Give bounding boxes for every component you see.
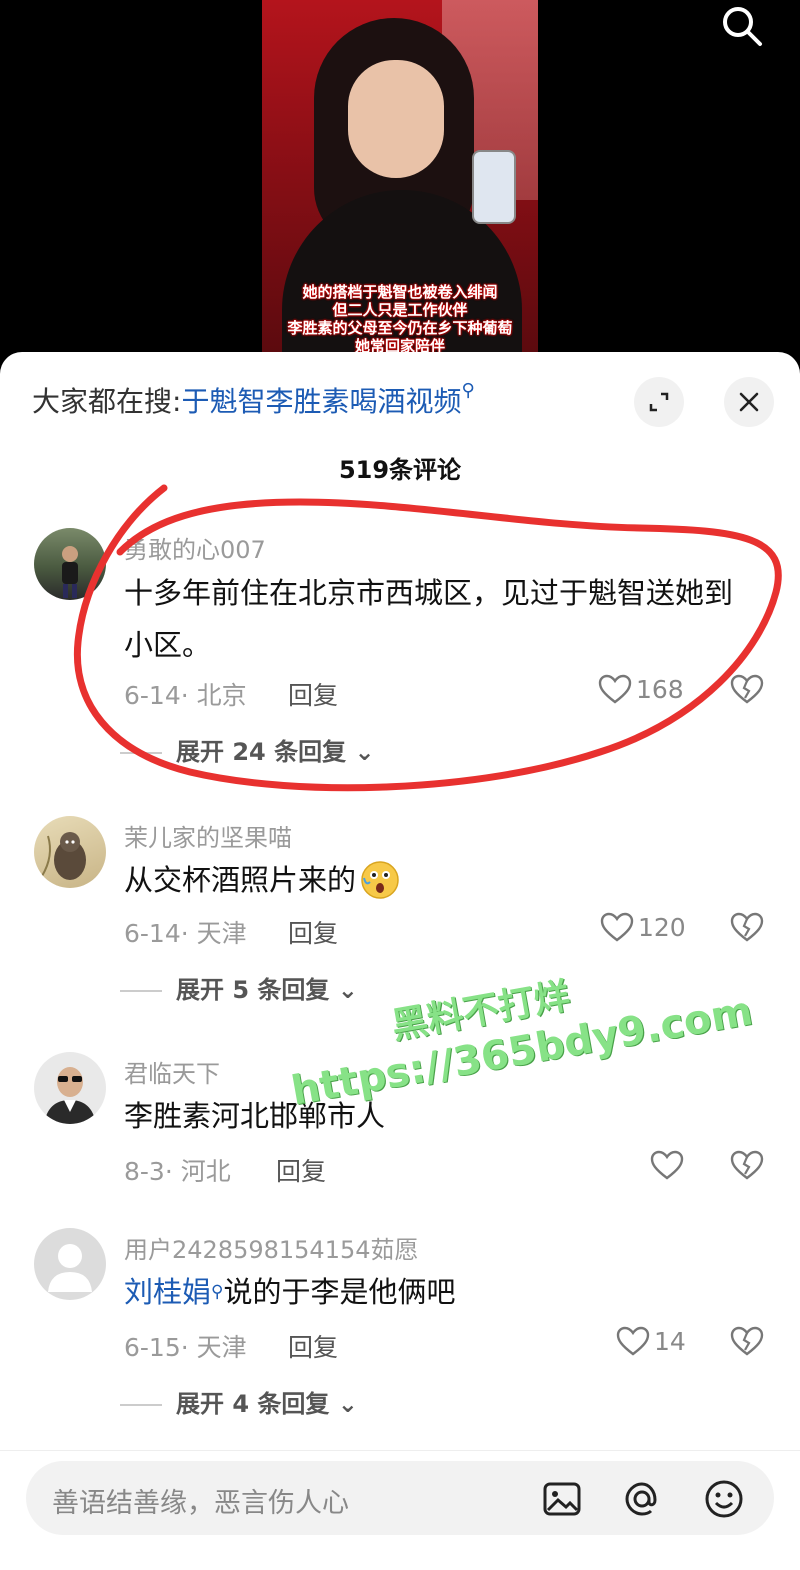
expand-icon[interactable] <box>634 377 684 427</box>
video-phone <box>472 150 516 224</box>
like-count: 14 <box>654 1326 686 1356</box>
reply-button[interactable]: 回复 <box>288 914 338 950</box>
heart-icon <box>616 1326 650 1356</box>
comment-date-location: 6-14· 北京 <box>124 681 247 710</box>
like-button[interactable]: 168 <box>598 674 684 704</box>
divider <box>120 752 162 754</box>
expand-replies-label: 展开 5 条回复 <box>176 976 330 1004</box>
dislike-button[interactable] <box>730 674 764 708</box>
divider <box>120 990 162 992</box>
search-icon[interactable] <box>718 4 766 48</box>
heart-icon <box>600 912 634 942</box>
watermark: 黑料不打烊 https://365bdy9.com <box>280 943 756 1115</box>
avatar[interactable] <box>34 528 106 600</box>
search-small-icon: ⚲ <box>211 1282 224 1302</box>
broken-heart-icon <box>730 674 764 704</box>
comment-date-location: 6-14· 天津 <box>124 919 247 948</box>
like-button[interactable]: 120 <box>600 912 686 942</box>
divider <box>120 1404 162 1406</box>
video-person-face <box>348 60 444 178</box>
like-count: 168 <box>636 674 684 704</box>
video-caption-line-3: 李胜素的父母至今仍在乡下种葡萄 <box>287 319 513 337</box>
image-icon[interactable] <box>540 1477 584 1521</box>
hot-search-label: 大家都在搜: <box>32 385 182 418</box>
expand-replies-button[interactable]: 展开 5 条回复 ⌄ <box>120 970 358 1005</box>
chevron-down-icon: ⌄ <box>354 738 375 766</box>
chevron-down-icon: ⌄ <box>337 976 358 1004</box>
avatar[interactable] <box>34 1228 106 1300</box>
close-icon[interactable] <box>724 377 774 427</box>
like-button[interactable]: 14 <box>616 1326 686 1356</box>
comment-date-location: 6-15· 天津 <box>124 1333 247 1362</box>
dislike-button[interactable] <box>730 1150 764 1184</box>
mention-link[interactable]: 刘桂娟 <box>124 1275 211 1309</box>
comment-text: 十多年前住在北京市西城区，见过于魁智送她到小区。 <box>124 576 734 662</box>
comment-username[interactable]: 茉儿家的坚果喵 <box>124 818 292 853</box>
comments-sheet: 大家都在搜:于魁智李胜素喝酒视频⚲ 519条评论 勇敢的心007 十多年前住在北… <box>0 352 800 1570</box>
expand-replies-label: 展开 24 条回复 <box>176 738 347 766</box>
expand-replies-button[interactable]: 展开 4 条回复 ⌄ <box>120 1384 358 1419</box>
broken-heart-icon <box>730 1150 764 1180</box>
avatar[interactable] <box>34 1052 106 1124</box>
video-caption-line-2: 但二人只是工作伙伴 <box>332 301 468 319</box>
dislike-button[interactable] <box>730 912 764 946</box>
video-player[interactable]: 她的搭档于魁智也被卷入绯闻 但二人只是工作伙伴 李胜素的父母至今仍在乡下种葡萄 … <box>0 0 800 360</box>
comment-text: 说的于李是他俩吧 <box>223 1275 456 1309</box>
like-button[interactable] <box>650 1150 688 1180</box>
broken-heart-icon <box>730 1326 764 1356</box>
emoji-icon[interactable] <box>702 1477 746 1521</box>
comment-text-row: 刘桂娟⚲说的于李是他俩吧 <box>124 1266 754 1318</box>
comment-username[interactable]: 勇敢的心007 <box>124 530 266 565</box>
reply-button[interactable]: 回复 <box>288 1328 338 1364</box>
reply-button[interactable]: 回复 <box>288 676 338 712</box>
chevron-down-icon: ⌄ <box>337 1390 358 1418</box>
expand-replies-label: 展开 4 条回复 <box>176 1390 330 1418</box>
video-caption-line-1: 她的搭档于魁智也被卷入绯闻 <box>302 283 498 301</box>
comment-input[interactable]: 善语结善缘，恶言伤人心 <box>26 1461 774 1535</box>
expand-replies-button[interactable]: 展开 24 条回复 ⌄ <box>120 732 375 767</box>
video-frame[interactable]: 她的搭档于魁智也被卷入绯闻 但二人只是工作伙伴 李胜素的父母至今仍在乡下种葡萄 … <box>262 0 538 360</box>
reply-button[interactable]: 回复 <box>276 1152 326 1188</box>
comment-input-bar: 善语结善缘，恶言伤人心 <box>0 1450 800 1570</box>
hot-search-bar[interactable]: 大家都在搜:于魁智李胜素喝酒视频⚲ <box>32 380 475 420</box>
heart-icon <box>598 674 632 704</box>
heart-icon <box>650 1150 684 1180</box>
avatar[interactable] <box>34 816 106 888</box>
comment-username[interactable]: 用户2428598154154茹愿 <box>124 1230 419 1265</box>
hot-search-term[interactable]: 于魁智李胜素喝酒视频 <box>181 385 461 418</box>
like-count: 120 <box>638 912 686 942</box>
comment-text: 李胜素河北邯郸市人 <box>124 1099 386 1133</box>
comments-count: 519条评论 <box>338 456 462 484</box>
surprised-emoji-icon <box>361 861 399 899</box>
broken-heart-icon <box>730 912 764 942</box>
comment-text-row: 从交杯酒照片来的 <box>124 854 400 906</box>
at-mention-icon[interactable] <box>620 1477 664 1521</box>
comment-text: 从交杯酒照片来的 <box>124 863 357 897</box>
comment-date-location: 8-3· 河北 <box>124 1157 231 1186</box>
comment-username[interactable]: 君临天下 <box>124 1054 220 1089</box>
comment-input-placeholder: 善语结善缘，恶言伤人心 <box>52 1488 349 1519</box>
dislike-button[interactable] <box>730 1326 764 1360</box>
search-small-icon: ⚲ <box>461 380 475 401</box>
